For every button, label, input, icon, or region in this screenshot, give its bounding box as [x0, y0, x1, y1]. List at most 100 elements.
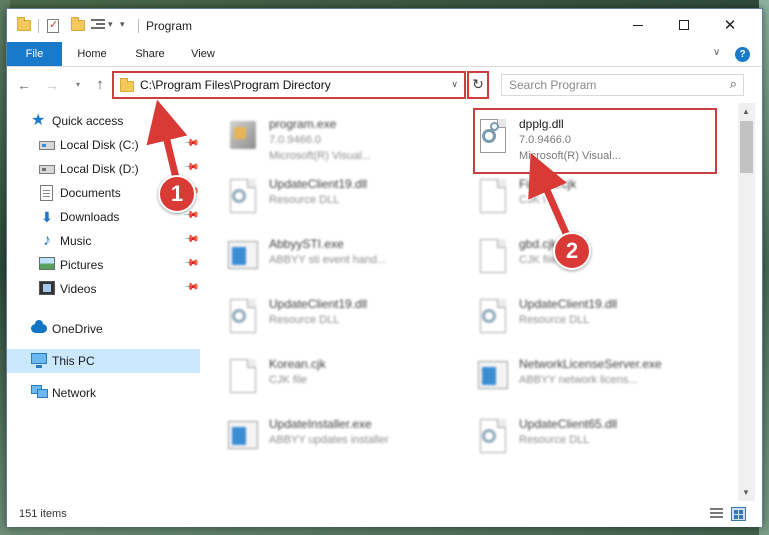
scroll-down-arrow-icon[interactable]: ▼ — [742, 488, 750, 497]
chevron-down-icon: ▾ — [108, 19, 113, 29]
sidebar-item-music[interactable]: ♪ Music 📌 — [7, 229, 200, 253]
sidebar-item-label: Pictures — [60, 258, 104, 272]
sidebar-item-pictures[interactable]: Pictures 📌 — [7, 253, 200, 277]
minimize-button[interactable] — [615, 9, 661, 41]
sidebar-item-network[interactable]: Network — [7, 381, 200, 405]
refresh-button[interactable]: ↻ — [467, 71, 489, 99]
large-icons-view-icon[interactable] — [731, 507, 746, 521]
pictures-icon — [39, 257, 55, 270]
file-item[interactable]: AbbyySTI.exe ABBYY sti event hand... — [206, 229, 456, 285]
step-1-badge: 1 — [158, 175, 196, 213]
sidebar-item-quick-access[interactable]: ★ Quick access — [7, 109, 200, 133]
file-item[interactable]: UpdateClient19.dll Resource DLL — [206, 289, 456, 345]
dll-icon — [476, 297, 508, 337]
dll-icon — [226, 297, 258, 337]
file-item[interactable]: Korean.cjk CJK file — [206, 349, 456, 405]
file-name: Finntml.cjk — [519, 177, 577, 191]
navigation-pane: ★ Quick access Local Disk (C:) 📌 Local D… — [7, 103, 200, 501]
new-folder-icon[interactable] — [71, 17, 85, 35]
vertical-scrollbar[interactable]: ▲ ▼ — [738, 103, 755, 501]
title-bar: ▾ ▾ Program ✕ — [7, 9, 762, 42]
app-icon — [476, 357, 508, 397]
file-name: UpdateClient19.dll — [269, 177, 368, 191]
file-type: ABBYY updates installer — [269, 434, 389, 446]
file-icon — [476, 237, 508, 277]
folder-icon — [120, 78, 134, 92]
maximize-button[interactable] — [661, 9, 707, 41]
address-path[interactable]: C:\Program Files\Program Directory — [140, 78, 331, 92]
back-arrow-icon[interactable]: ← — [15, 76, 33, 94]
file-item[interactable]: NetworkLicenseServer.exe ABBYY network l… — [456, 349, 706, 405]
properties-icon[interactable] — [46, 17, 62, 35]
sidebar-item-label: Local Disk (C:) — [60, 138, 139, 152]
quick-access-view-icon[interactable]: ▾ — [91, 17, 117, 35]
address-bar[interactable]: C:\Program Files\Program Directory ∨ — [112, 71, 466, 99]
scroll-thumb[interactable] — [740, 121, 753, 173]
sidebar-item-label: Quick access — [52, 114, 124, 128]
file-icon — [226, 357, 258, 397]
sidebar-item-label: Documents — [60, 186, 121, 200]
file-item[interactable]: UpdateClient19.dll Resource DLL — [456, 289, 706, 345]
sidebar-item-videos[interactable]: Videos 📌 — [7, 277, 200, 301]
exe-icon — [226, 117, 258, 157]
file-type: CJK file — [519, 194, 557, 206]
tab-home[interactable]: Home — [67, 42, 117, 66]
star-icon: ★ — [31, 112, 46, 129]
sidebar-item-label: Videos — [60, 282, 97, 296]
videos-icon — [39, 281, 55, 295]
sidebar-item-label: This PC — [52, 354, 95, 368]
toolbar-divider — [38, 19, 39, 33]
help-icon[interactable]: ? — [735, 47, 750, 62]
file-type: Resource DLL — [519, 434, 590, 446]
search-input[interactable] — [502, 75, 717, 95]
search-box[interactable]: ⌕ — [501, 74, 744, 96]
file-version: 7.0.9466.0 — [519, 134, 571, 146]
tab-share[interactable]: Share — [127, 42, 173, 66]
onedrive-icon — [31, 320, 47, 333]
downloads-icon: ⬇ — [41, 209, 53, 225]
file-item[interactable]: Finntml.cjk CJK file — [456, 169, 706, 225]
file-name: program.exe — [269, 117, 337, 131]
details-view-icon[interactable] — [710, 508, 723, 520]
forward-arrow-icon[interactable]: → — [43, 76, 61, 94]
music-icon: ♪ — [43, 232, 51, 249]
this-pc-icon — [31, 353, 47, 368]
address-dropdown-chevron-icon[interactable]: ∨ — [451, 79, 458, 90]
pin-icon: 📌 — [182, 255, 200, 272]
sidebar-item-onedrive[interactable]: OneDrive — [7, 317, 200, 341]
file-list: program.exe 7.0.9466.0 Microsoft(R) Visu… — [206, 103, 737, 501]
scroll-up-arrow-icon[interactable]: ▲ — [742, 107, 750, 116]
dll-gear-icon — [476, 117, 508, 157]
title-divider — [138, 19, 139, 33]
file-item[interactable]: UpdateClient19.dll Resource DLL — [206, 169, 456, 225]
file-type: CJK file — [269, 374, 307, 386]
minimize-icon — [633, 24, 643, 26]
pin-icon: 📌 — [182, 159, 200, 176]
close-button[interactable]: ✕ — [707, 9, 753, 41]
file-name: UpdateClient19.dll — [519, 297, 618, 311]
recent-locations-chevron-icon[interactable]: ▾ — [69, 76, 87, 94]
customize-toolbar-dropdown-icon[interactable]: ▾ — [120, 19, 130, 37]
file-description: Microsoft(R) Visual... — [269, 150, 371, 162]
sidebar-item-this-pc[interactable]: This PC — [7, 349, 200, 373]
pin-icon: 📌 — [182, 231, 200, 248]
file-name: gbd.cjk — [519, 237, 558, 251]
tab-view[interactable]: View — [183, 42, 223, 66]
sidebar-item-local-disk-c[interactable]: Local Disk (C:) 📌 — [7, 133, 200, 157]
file-item[interactable]: UpdateClient65.dll Resource DLL — [456, 409, 706, 465]
file-type: CJK file — [519, 254, 557, 266]
up-arrow-icon[interactable]: ↑ — [91, 76, 109, 94]
file-type: ABBYY network licens... — [519, 374, 638, 386]
tab-file[interactable]: File — [7, 42, 62, 66]
expand-ribbon-chevron-icon[interactable]: ∨ — [713, 47, 720, 58]
network-icon — [31, 385, 48, 398]
file-type: Resource DLL — [269, 314, 340, 326]
drive-d-icon — [39, 165, 55, 174]
search-icon[interactable]: ⌕ — [730, 76, 737, 92]
sidebar-item-label: OneDrive — [52, 322, 103, 336]
file-item[interactable]: program.exe 7.0.9466.0 Microsoft(R) Visu… — [206, 109, 456, 165]
pin-icon: 📌 — [182, 279, 200, 296]
file-item[interactable]: UpdateInstaller.exe ABBYY updates instal… — [206, 409, 456, 465]
file-type: ABBYY sti event hand... — [269, 254, 387, 266]
file-item-dpplg-dll[interactable]: dpplg.dll 7.0.9466.0 Microsoft(R) Visual… — [456, 109, 706, 165]
